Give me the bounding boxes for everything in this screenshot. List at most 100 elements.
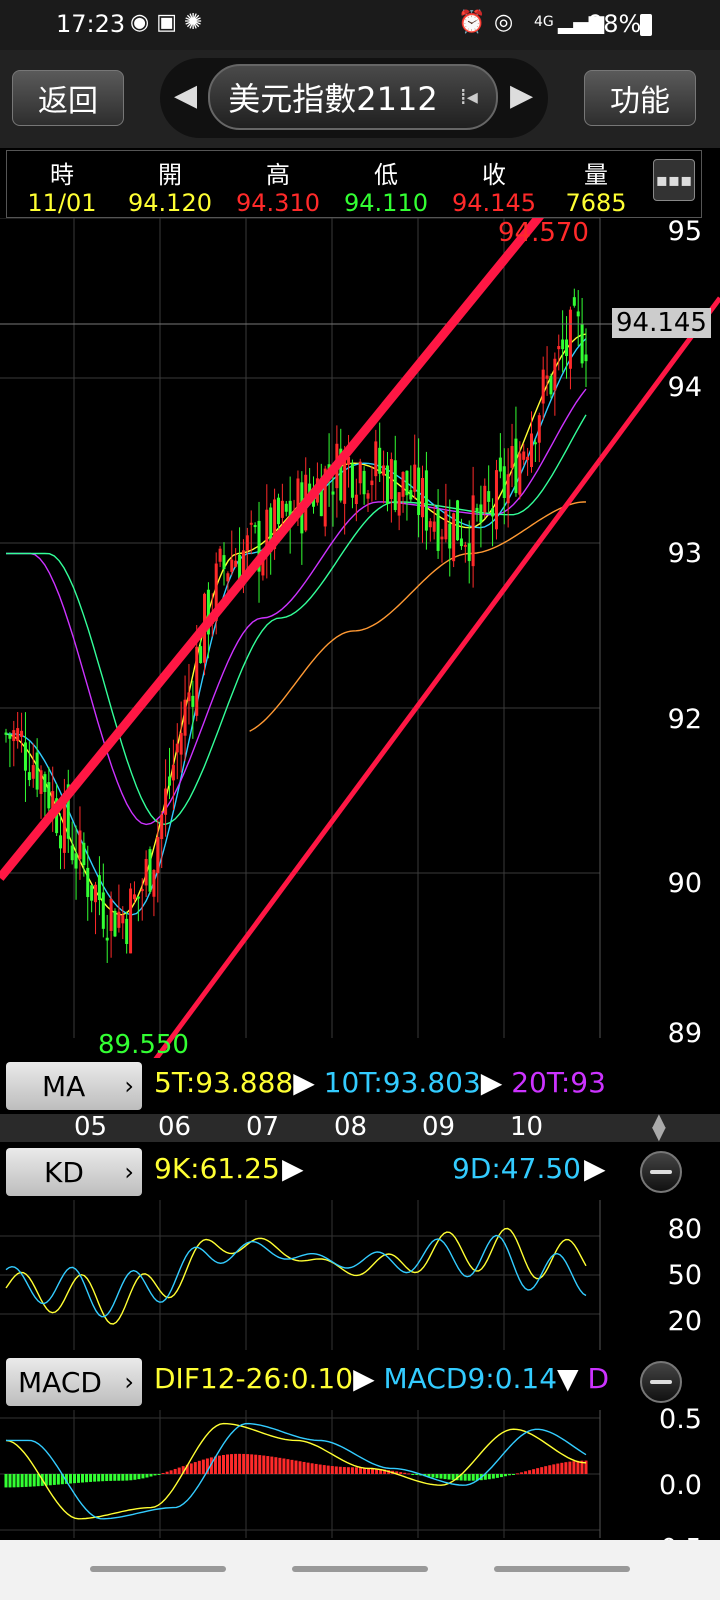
macd-histogram-bar — [197, 1460, 201, 1474]
macd-histogram-bar — [576, 1460, 580, 1474]
macd-histogram-bar — [491, 1474, 495, 1479]
macd-histogram-bar — [403, 1472, 407, 1474]
macd-histogram-bar — [278, 1457, 282, 1474]
macd-histogram-bar — [334, 1466, 338, 1474]
battery-icon — [640, 14, 652, 36]
macd-histogram-bar — [125, 1474, 129, 1481]
macd-histogram-bar — [189, 1463, 193, 1474]
resize-handle-icon[interactable]: ▲ ▼ — [652, 1112, 666, 1143]
macd-histogram-bar — [48, 1474, 52, 1486]
macd-histogram-bar — [306, 1462, 310, 1474]
candle-body — [514, 438, 518, 494]
macd-histogram-bar — [117, 1474, 121, 1481]
macd-histogram-bar — [322, 1465, 326, 1474]
nav-back[interactable] — [494, 1566, 630, 1572]
function-button[interactable]: 功能 — [584, 70, 696, 126]
grid-menu-icon[interactable]: ▪▪▪ — [653, 159, 695, 201]
candle-body — [444, 510, 448, 540]
macd-histogram-bar — [548, 1465, 552, 1474]
next-arrow-icon[interactable]: ▶ — [510, 78, 533, 113]
macd-histogram-bar — [544, 1466, 548, 1474]
candle-body — [362, 470, 366, 495]
quote-header: 時 開 高 低 收 量 11/01 94.120 94.310 94.110 9… — [6, 150, 702, 218]
candle-body — [160, 814, 164, 840]
symbol-title[interactable]: 美元指數2112 ⁞◂ — [208, 64, 498, 130]
macd-histogram-bar — [471, 1474, 475, 1481]
candle-body — [385, 465, 389, 505]
macd-histogram-bar — [411, 1474, 415, 1475]
macd-histogram-bar — [540, 1467, 544, 1474]
macd-histogram-bar — [12, 1474, 16, 1488]
candle-body — [378, 447, 382, 474]
candle-body — [463, 544, 467, 547]
kd-axis-label: 50 — [667, 1260, 702, 1291]
candle-body — [218, 548, 222, 562]
candle-body — [467, 543, 471, 562]
candle-body — [580, 323, 584, 364]
candle-body — [428, 521, 432, 528]
candle-body — [183, 699, 187, 736]
candle-body — [31, 765, 35, 779]
macd-histogram-bar — [552, 1464, 556, 1474]
candle-body — [401, 472, 405, 497]
macd-histogram-bar — [153, 1474, 157, 1476]
candle-body — [393, 460, 397, 511]
macd-histogram-bar — [113, 1474, 117, 1481]
kd-selector-button[interactable]: KD › — [6, 1148, 142, 1196]
macd-histogram-bar — [294, 1460, 298, 1474]
candle-body — [526, 456, 530, 461]
nav-recent-apps[interactable] — [90, 1566, 226, 1572]
candle-body — [409, 490, 413, 500]
macd-histogram-bar — [201, 1459, 205, 1474]
macd9-value: MACD9:0.14 — [383, 1362, 558, 1395]
macd-histogram-bar — [330, 1466, 334, 1474]
ma-selector-button[interactable]: MA › — [6, 1062, 142, 1110]
candle-body — [502, 466, 506, 498]
candle-body — [537, 415, 541, 443]
candle-body — [136, 896, 140, 899]
macd-histogram-bar — [177, 1467, 181, 1474]
macd-histogram-bar — [487, 1474, 491, 1480]
macd-histogram-bar — [326, 1465, 330, 1474]
candle-body — [156, 837, 160, 874]
month-label: 10 — [510, 1112, 544, 1142]
minus-icon — [650, 1380, 672, 1384]
back-button[interactable]: 返回 — [12, 70, 124, 126]
macd-histogram-bar — [346, 1467, 350, 1474]
candle-body — [199, 646, 203, 664]
candle-body — [132, 894, 136, 900]
kd-remove-button[interactable] — [640, 1151, 682, 1193]
candle-body — [70, 845, 74, 861]
low-price-label: 89.550 — [98, 1030, 189, 1060]
candle-body — [16, 728, 20, 742]
prev-arrow-icon[interactable]: ◀ — [174, 78, 197, 113]
macd-selector-button[interactable]: MACD › — [6, 1358, 142, 1406]
d-value: 9D:47.50 — [452, 1152, 581, 1185]
candle-body — [432, 521, 436, 532]
minus-icon — [650, 1170, 672, 1174]
candle-body — [43, 774, 47, 793]
price-axis-label: 92 — [667, 704, 702, 735]
quote-open: 94.120 — [128, 189, 212, 217]
month-label: 06 — [158, 1112, 192, 1142]
month-label: 07 — [246, 1112, 280, 1142]
candle-body — [350, 463, 354, 498]
macd-histogram-bar — [32, 1474, 36, 1487]
candle-body — [195, 646, 199, 716]
macd-histogram-bar — [512, 1474, 515, 1475]
candle-body — [245, 535, 249, 551]
candle-body — [276, 497, 280, 525]
nav-home[interactable] — [292, 1566, 428, 1572]
macd-histogram-bar — [451, 1474, 455, 1480]
macd-histogram-bar — [217, 1455, 221, 1474]
macd-remove-button[interactable] — [640, 1361, 682, 1403]
candle-body — [78, 830, 82, 860]
macd-histogram-bar — [495, 1474, 499, 1478]
macd-histogram-bar — [157, 1474, 161, 1475]
macd-bar: MACD › DIF12-26:0.10▶ MACD9:0.14▼ D — [0, 1354, 720, 1410]
candle-body — [109, 898, 113, 931]
macd-histogram-bar — [499, 1474, 503, 1478]
macd-histogram-bar — [447, 1474, 451, 1480]
ma-line — [5, 333, 587, 916]
candle-body — [284, 503, 288, 512]
